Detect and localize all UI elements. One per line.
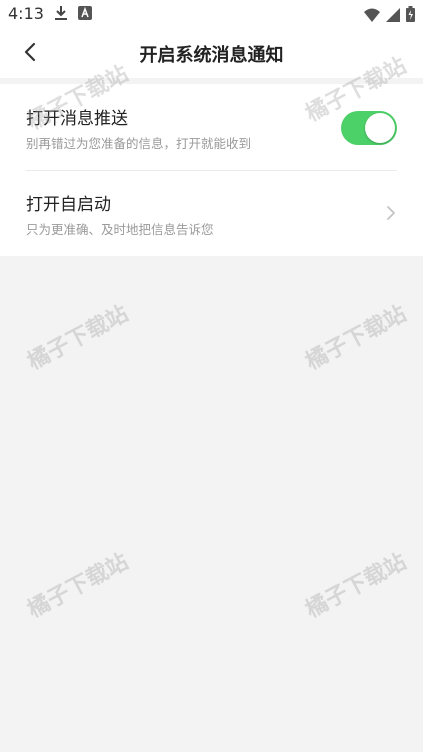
setting-subtitle-push: 别再错过为您准备的信息，打开就能收到 xyxy=(26,136,252,151)
wifi-icon xyxy=(364,7,380,26)
status-icons-right xyxy=(364,6,415,26)
page-title: 开启系统消息通知 xyxy=(139,45,284,66)
toggle-knob xyxy=(365,113,395,143)
a-badge-icon xyxy=(78,5,92,25)
setting-row-autostart[interactable]: 打开自启动 只为更准确、及时地把信息告诉您 xyxy=(0,170,423,256)
watermark: 橘子下载站 xyxy=(23,549,133,624)
nav-bar: 开启系统消息通知 xyxy=(0,30,423,78)
status-icons-left xyxy=(54,5,92,25)
watermark: 橘子下载站 xyxy=(301,549,411,624)
download-icon xyxy=(54,5,68,25)
status-bar: 4:13 xyxy=(0,0,423,30)
battery-icon xyxy=(406,6,415,26)
setting-subtitle-autostart: 只为更准确、及时地把信息告诉您 xyxy=(26,222,214,237)
push-toggle[interactable] xyxy=(341,111,397,145)
setting-row-push[interactable]: 打开消息推送 别再错过为您准备的信息，打开就能收到 xyxy=(0,84,423,171)
settings-card: 打开消息推送 别再错过为您准备的信息，打开就能收到 打开自启动 只为更准确、及时… xyxy=(0,84,423,256)
setting-title-autostart: 打开自启动 xyxy=(26,195,111,215)
setting-title-push: 打开消息推送 xyxy=(26,109,128,129)
watermark: 橘子下载站 xyxy=(301,301,411,376)
chevron-right-icon xyxy=(385,205,397,221)
signal-icon xyxy=(386,7,400,26)
status-time: 4:13 xyxy=(8,4,44,23)
watermark: 橘子下载站 xyxy=(23,301,133,376)
